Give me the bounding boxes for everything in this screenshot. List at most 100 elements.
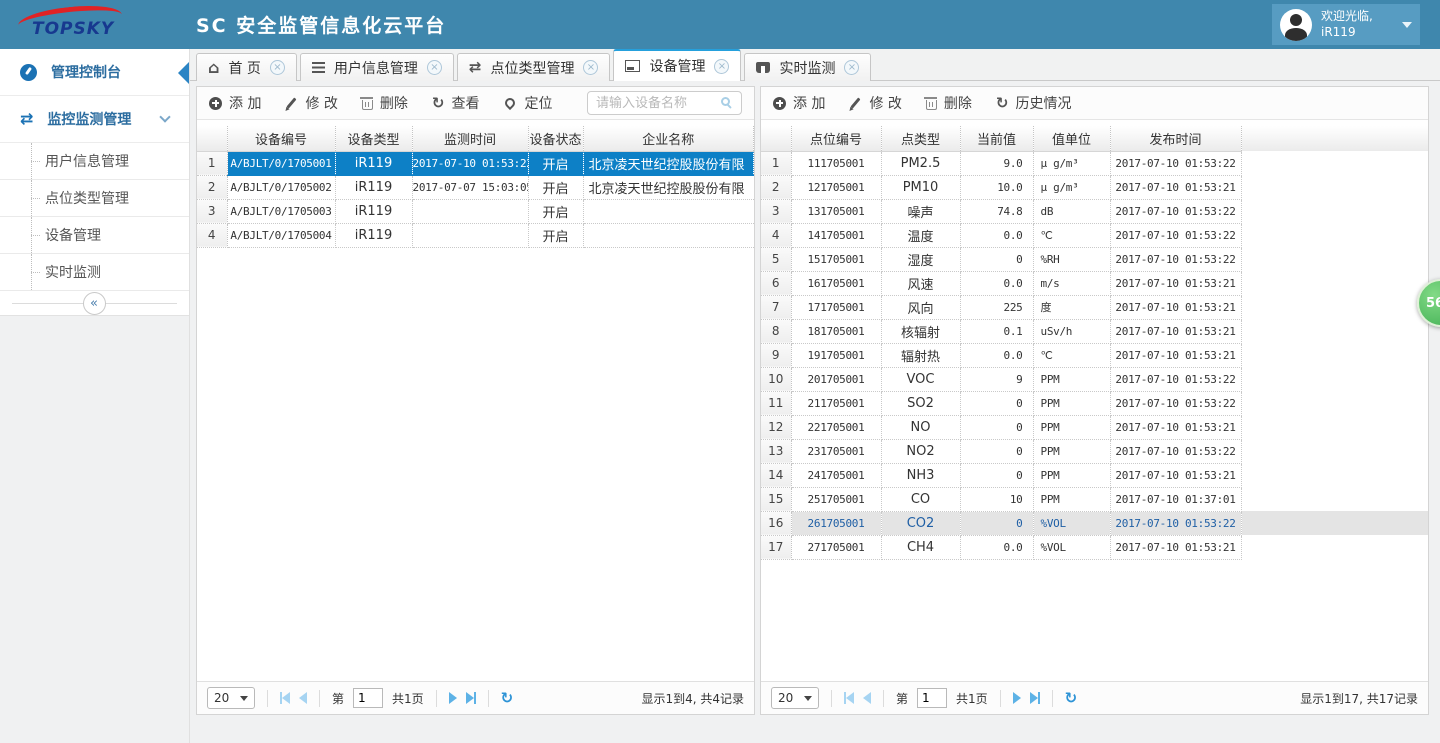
point-type: 温度 [881, 223, 960, 247]
table-row[interactable]: 2 A/BJLT/0/1705002 iR119 2017-07-07 15:0… [197, 175, 754, 199]
monitor-time [412, 223, 528, 247]
device-type: iR119 [335, 151, 412, 175]
close-icon[interactable] [270, 60, 285, 75]
close-icon[interactable] [844, 60, 859, 75]
tab-realtime[interactable]: 实时监测 [744, 53, 871, 81]
point-code: 271705001 [791, 535, 881, 559]
sidebar-item[interactable]: 用户信息管理 [0, 143, 189, 180]
first-page-button[interactable] [280, 692, 290, 704]
value-unit: ℃ [1033, 343, 1110, 367]
table-row[interactable]: 14 241705001 NH3 0 PPM 2017-07-10 01:53:… [761, 463, 1428, 487]
table-row[interactable]: 3 131705001 噪声 74.8 dB 2017-07-10 01:53:… [761, 199, 1428, 223]
column-header: 点类型 [881, 126, 960, 151]
next-page-button[interactable] [449, 692, 457, 704]
monitor-toolbar: 添 加 修 改 删除 历史情况 [761, 87, 1428, 120]
locate-button[interactable]: 定位 [503, 93, 552, 113]
point-type: SO2 [881, 391, 960, 415]
point-type: 噪声 [881, 199, 960, 223]
sidebar-item[interactable]: 设备管理 [0, 217, 189, 254]
delete-button[interactable]: 删除 [362, 93, 408, 113]
current-value: 10.0 [960, 175, 1033, 199]
topsky-logo: TOPSKY [24, 5, 144, 45]
column-header: 当前值 [960, 126, 1033, 151]
prev-page-button[interactable] [863, 692, 871, 704]
sidebar-section-console[interactable]: 管理控制台 [0, 49, 189, 96]
table-row[interactable]: 8 181705001 核辐射 0.1 uSv/h 2017-07-10 01:… [761, 319, 1428, 343]
table-row[interactable]: 9 191705001 辐射热 0.0 ℃ 2017-07-10 01:53:2… [761, 343, 1428, 367]
point-code: 251705001 [791, 487, 881, 511]
publish-time: 2017-07-10 01:53:21 [1110, 319, 1241, 343]
point-code: 131705001 [791, 199, 881, 223]
first-page-button[interactable] [844, 692, 854, 704]
current-value: 0 [960, 439, 1033, 463]
point-code: 201705001 [791, 367, 881, 391]
table-row[interactable]: 15 251705001 CO 10 PPM 2017-07-10 01:37:… [761, 487, 1428, 511]
history-button[interactable]: 历史情况 [996, 93, 1072, 113]
edit-button[interactable]: 修 改 [285, 93, 337, 113]
close-icon[interactable] [714, 59, 729, 74]
current-value: 0 [960, 463, 1033, 487]
table-row[interactable]: 16 261705001 CO2 0 %VOL 2017-07-10 01:53… [761, 511, 1428, 535]
sidebar-section-monitoring[interactable]: ⇄ 监控监测管理 [0, 96, 189, 143]
last-page-button[interactable] [466, 692, 476, 704]
table-row[interactable]: 4 141705001 温度 0.0 ℃ 2017-07-10 01:53:22 [761, 223, 1428, 247]
table-row[interactable]: 12 221705001 NO 0 PPM 2017-07-10 01:53:2… [761, 415, 1428, 439]
table-row[interactable]: 11 211705001 SO2 0 PPM 2017-07-10 01:53:… [761, 391, 1428, 415]
tab-user-info[interactable]: 用户信息管理 [300, 53, 454, 81]
last-page-button[interactable] [1030, 692, 1040, 704]
page-size-select[interactable]: 20 [771, 687, 819, 709]
sidebar-item-label: 设备管理 [45, 225, 101, 245]
tab-device-mgmt[interactable]: 设备管理 [613, 49, 741, 81]
device-code: A/BJLT/0/1705003 [227, 199, 335, 223]
user-menu[interactable]: 欢迎光临, iR119 [1272, 4, 1420, 45]
current-value: 10 [960, 487, 1033, 511]
pencil-icon [851, 97, 861, 108]
current-value: 0 [960, 415, 1033, 439]
refresh-icon[interactable] [501, 691, 514, 706]
delete-button[interactable]: 删除 [926, 93, 972, 113]
search-icon [721, 97, 730, 106]
view-button[interactable]: 查看 [432, 93, 480, 113]
page-number-input[interactable] [917, 688, 947, 708]
table-row[interactable]: 1 A/BJLT/0/1705001 iR119 2017-07-10 01:5… [197, 151, 754, 175]
table-row[interactable]: 13 231705001 NO2 0 PPM 2017-07-10 01:53:… [761, 439, 1428, 463]
table-row[interactable]: 3 A/BJLT/0/1705003 iR119 开启 [197, 199, 754, 223]
chevron-double-left-icon[interactable]: « [83, 292, 106, 315]
table-row[interactable]: 17 271705001 CH4 0.0 %VOL 2017-07-10 01:… [761, 535, 1428, 559]
sidebar-collapse[interactable]: « [0, 291, 189, 316]
point-code: 161705001 [791, 271, 881, 295]
table-row[interactable]: 4 A/BJLT/0/1705004 iR119 开启 [197, 223, 754, 247]
search-input[interactable] [587, 91, 742, 115]
table-row[interactable]: 10 201705001 VOC 9 PPM 2017-07-10 01:53:… [761, 367, 1428, 391]
user-greeting: 欢迎光临, [1321, 9, 1373, 23]
table-row[interactable]: 2 121705001 PM10 10.0 μ g/m³ 2017-07-10 … [761, 175, 1428, 199]
add-button[interactable]: 添 加 [773, 93, 825, 113]
tab-point-type[interactable]: 点位类型管理 [457, 53, 611, 81]
next-page-button[interactable] [1013, 692, 1021, 704]
sidebar-item-label: 实时监测 [45, 262, 101, 282]
table-row[interactable]: 7 171705001 风向 225 度 2017-07-10 01:53:21 [761, 295, 1428, 319]
add-button[interactable]: 添 加 [209, 93, 261, 113]
publish-time: 2017-07-10 01:53:21 [1110, 415, 1241, 439]
edit-button[interactable]: 修 改 [849, 93, 901, 113]
publish-time: 2017-07-10 01:53:21 [1110, 343, 1241, 367]
prev-page-icon [299, 692, 307, 704]
sidebar-item[interactable]: 实时监测 [0, 254, 189, 291]
point-code: 111705001 [791, 151, 881, 175]
close-icon[interactable] [583, 60, 598, 75]
current-value: 0 [960, 247, 1033, 271]
chevron-down-icon [804, 696, 812, 701]
point-type: VOC [881, 367, 960, 391]
page-number-input[interactable] [353, 688, 383, 708]
page-size-select[interactable]: 20 [207, 687, 255, 709]
table-row[interactable]: 5 151705001 湿度 0 %RH 2017-07-10 01:53:22 [761, 247, 1428, 271]
pin-icon [503, 96, 517, 110]
point-code: 151705001 [791, 247, 881, 271]
tab-home[interactable]: 首 页 [196, 53, 297, 81]
table-row[interactable]: 6 161705001 风速 0.0 m/s 2017-07-10 01:53:… [761, 271, 1428, 295]
prev-page-button[interactable] [299, 692, 307, 704]
table-row[interactable]: 1 111705001 PM2.5 9.0 μ g/m³ 2017-07-10 … [761, 151, 1428, 175]
close-icon[interactable] [427, 60, 442, 75]
sidebar-item[interactable]: 点位类型管理 [0, 180, 189, 217]
refresh-icon[interactable] [1065, 691, 1078, 706]
